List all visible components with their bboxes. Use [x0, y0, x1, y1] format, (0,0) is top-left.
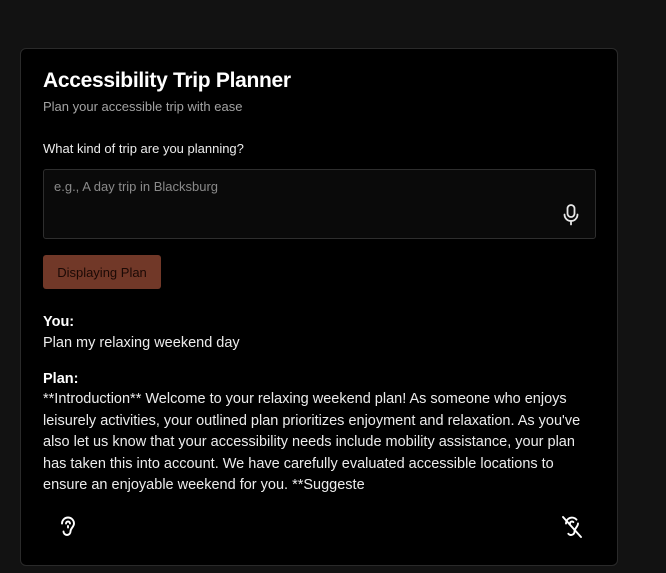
plan-label: Plan:: [43, 371, 79, 387]
trip-planner-card: Accessibility Trip Planner Plan your acc…: [20, 48, 618, 566]
displaying-plan-button[interactable]: Displaying Plan: [43, 255, 161, 289]
page-title: Accessibility Trip Planner: [43, 69, 291, 92]
trip-input[interactable]: [44, 170, 595, 238]
microphone-icon[interactable]: [561, 203, 581, 227]
hearing-icon[interactable]: [57, 515, 79, 539]
user-label: You:: [43, 314, 75, 330]
trip-input-container: [43, 169, 596, 239]
user-message: Plan my relaxing weekend day: [43, 335, 240, 351]
plan-message: **Introduction** Welcome to your relaxin…: [43, 391, 581, 493]
page-subtitle: Plan your accessible trip with ease: [43, 99, 243, 114]
trip-question-label: What kind of trip are you planning?: [43, 141, 244, 156]
hearing-off-icon[interactable]: [561, 515, 583, 539]
